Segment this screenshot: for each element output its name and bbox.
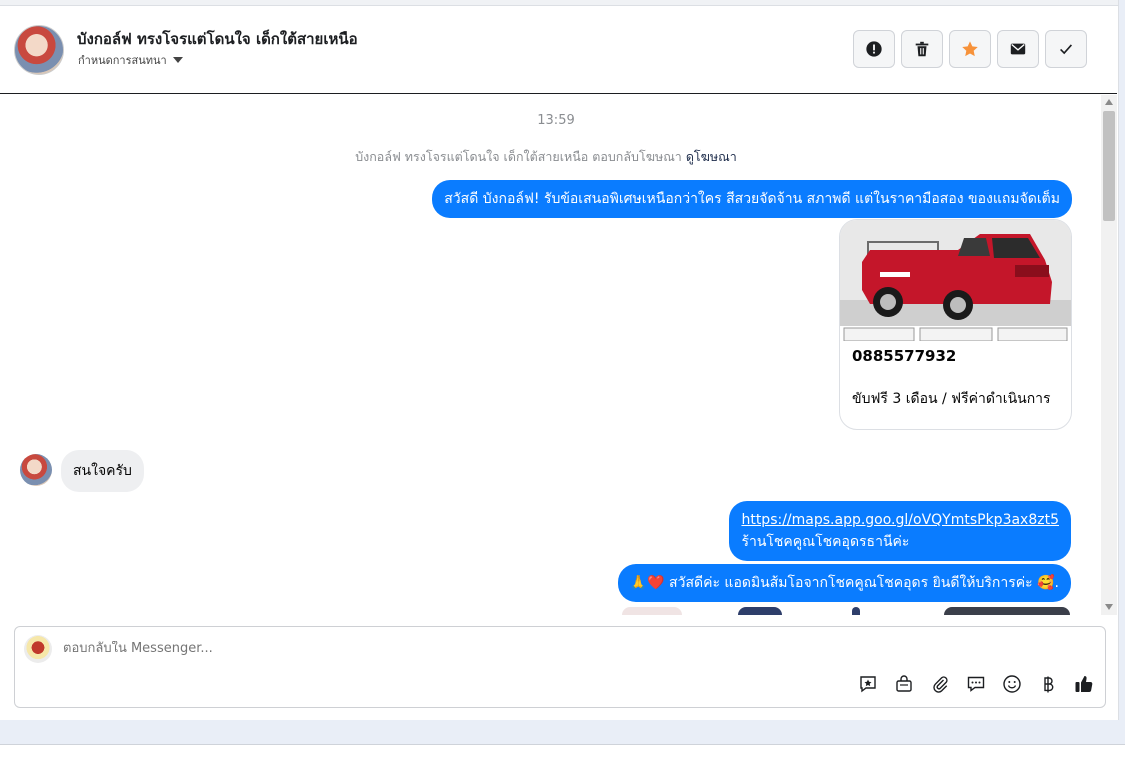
saved-reply-button[interactable] (857, 673, 879, 695)
contact-name[interactable]: บังกอล์ฟ ทรงโจรแต่โดนใจ เด็กใต้สายเหนือ (77, 27, 358, 51)
schedule-label: กำหนดการสนทนา (78, 54, 167, 67)
conversation-header: บังกอล์ฟ ทรงโจรแต่โดนใจ เด็กใต้สายเหนือ … (0, 6, 1117, 94)
attach-button[interactable] (929, 673, 951, 695)
baht-icon (1044, 676, 1054, 693)
thread-scrollbar[interactable] (1101, 95, 1117, 615)
next-message-preview (622, 607, 1070, 615)
emoji-button[interactable] (1001, 673, 1023, 695)
message-thread[interactable]: 13:59 บังกอล์ฟ ทรงโจรแต่โดนใจ เด็กใต้สาย… (0, 95, 1100, 615)
star-button[interactable] (949, 30, 991, 68)
car-image[interactable] (840, 220, 1071, 341)
like-icon (1075, 676, 1093, 693)
outgoing-message-welcome[interactable]: 🙏❤️ สวัสดีค่ะ แอดมินส้มโอจากโชคคูณโชคอุด… (617, 564, 1071, 602)
shop-name-text: ร้านโชคคูณโชคอุดรธานีค่ะ (741, 534, 910, 550)
chat-templates-button[interactable] (965, 673, 987, 695)
message-timestamp: 13:59 (537, 113, 575, 128)
star-icon (962, 41, 978, 57)
ad-reply-note: บังกอล์ฟ ทรงโจรแต่โดนใจ เด็กใต้สายเหนือ … (0, 147, 1092, 167)
header-actions (853, 30, 1087, 68)
contact-avatar[interactable] (14, 25, 64, 75)
payment-button[interactable] (1037, 673, 1059, 695)
ad-reply-text: บังกอล์ฟ ทรงโจรแต่โดนใจ เด็กใต้สายเหนือ … (355, 149, 682, 164)
page-avatar (24, 635, 52, 663)
red-pickup-truck-image (840, 220, 1071, 341)
card-description: ขับฟรี 3 เดือน / ฟรีค่าดำเนินการ (852, 391, 1051, 407)
trash-icon (915, 41, 929, 57)
report-button[interactable] (853, 30, 895, 68)
like-button[interactable] (1073, 673, 1095, 695)
reply-input[interactable] (63, 641, 663, 656)
mark-done-button[interactable] (1045, 30, 1087, 68)
delete-button[interactable] (901, 30, 943, 68)
bottom-strip (0, 744, 1125, 761)
reply-composer (14, 626, 1106, 708)
view-ad-link[interactable]: ดูโฆษณา (686, 149, 737, 164)
mail-icon (1010, 43, 1026, 55)
check-icon (1060, 44, 1073, 55)
outgoing-message[interactable]: สวัสดี บังกอล์ฟ! รับข้อเสนอพิเศษเหนือกว่… (432, 180, 1072, 218)
shop-button[interactable] (893, 673, 915, 695)
map-link[interactable]: https://maps.app.goo.gl/oVQYmtsPkp3ax8zt… (741, 509, 1059, 531)
outgoing-message-map[interactable]: https://maps.app.goo.gl/oVQYmtsPkp3ax8zt… (729, 501, 1071, 561)
scroll-thumb[interactable] (1103, 111, 1115, 221)
alert-icon (866, 41, 882, 57)
scroll-up-arrow-icon[interactable] (1105, 99, 1113, 105)
shop-bag-icon (896, 675, 912, 692)
saved-reply-icon (860, 676, 876, 693)
ad-card[interactable]: 0885577932 ขับฟรี 3 เดือน / ฟรีค่าดำเนิน… (839, 219, 1072, 430)
attach-icon (933, 676, 948, 693)
card-phone-number: 0885577932 (852, 347, 957, 365)
composer-tools (857, 673, 1095, 695)
scroll-down-arrow-icon[interactable] (1105, 604, 1113, 610)
sender-avatar (20, 454, 52, 486)
messenger-panel: บังกอล์ฟ ทรงโจรแต่โดนใจ เด็กใต้สายเหนือ … (0, 0, 1119, 720)
conversation-schedule-dropdown[interactable]: กำหนดการสนทนา (78, 51, 183, 69)
emoji-icon (1003, 675, 1021, 693)
chat-bubbles-icon (967, 676, 985, 692)
caret-down-icon (172, 57, 183, 63)
mark-unread-button[interactable] (997, 30, 1039, 68)
incoming-message[interactable]: สนใจครับ (61, 450, 144, 492)
